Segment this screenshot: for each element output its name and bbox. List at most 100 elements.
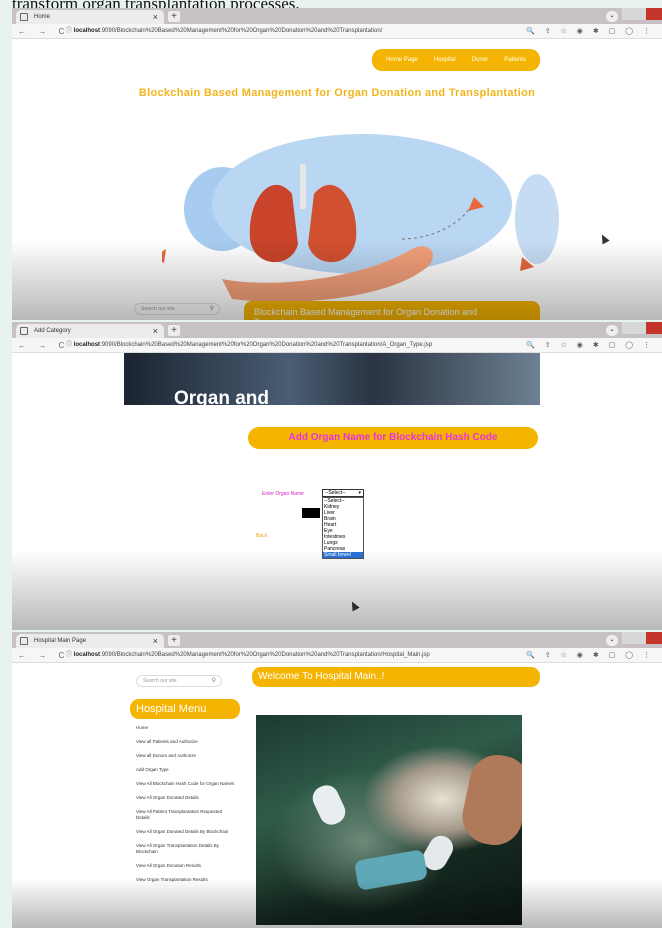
- hospital-menu: Home View all Patients and Authorize Vie…: [136, 725, 236, 891]
- search-input[interactable]: Search our site ⚲: [136, 675, 222, 687]
- url-host: localhost: [73, 342, 101, 348]
- tab-search-button[interactable]: ⌄: [606, 11, 618, 22]
- search-placeholder: Search our site: [143, 678, 177, 684]
- menu-item-transplant-results[interactable]: View Organ Transplantation Results: [136, 877, 236, 883]
- home-page: Home Page Hospital Donor Patients Blockc…: [12, 39, 662, 320]
- hospital-menu-title: Hospital Menu: [130, 699, 240, 719]
- organ-illustration: [162, 134, 559, 302]
- search-icon[interactable]: ⚲: [212, 676, 216, 687]
- organ-dropdown-list: --Select-- Kidney Liver Brain Heart Eye …: [322, 497, 364, 559]
- option-small-bowel[interactable]: Small bowel: [323, 552, 363, 558]
- mouse-cursor-icon: [598, 232, 610, 245]
- new-tab-button[interactable]: +: [168, 635, 180, 646]
- trachea-icon: [300, 164, 306, 209]
- new-tab-button[interactable]: +: [168, 11, 180, 22]
- surgeon-arm: [457, 749, 522, 851]
- surgical-drape: [353, 849, 429, 891]
- window-controls[interactable]: [622, 322, 662, 334]
- tab-close-icon[interactable]: ×: [153, 324, 158, 338]
- add-category-page: Organ and Add Organ Name for Blockchain …: [12, 353, 662, 630]
- welcome-banner: Welcome To Hospital Main..!: [252, 667, 540, 687]
- menu-item-view-patients[interactable]: View all Patients and Authorize: [136, 739, 236, 745]
- menu-item-transplant-requests[interactable]: View All Patient Transplantation Request…: [136, 809, 236, 821]
- url-text[interactable]: ⓘ localhost:9090/Blockchain%20Based%20Ma…: [66, 24, 382, 39]
- tab-close-icon[interactable]: ×: [153, 634, 158, 648]
- tab-search-button[interactable]: ⌄: [606, 635, 618, 646]
- search-icon[interactable]: ⚲: [210, 304, 214, 315]
- new-tab-button[interactable]: +: [168, 325, 180, 336]
- hero-image: Organ and: [124, 353, 540, 405]
- nav-home-page[interactable]: Home Page: [386, 57, 418, 63]
- address-bar[interactable]: ← → C ⓘ localhost:9090/Blockchain%20Base…: [12, 24, 662, 39]
- mouse-cursor-icon: [348, 599, 360, 612]
- hero-banner: Blockchain Based Management for Organ Do…: [244, 301, 540, 320]
- url-host: localhost: [73, 652, 101, 658]
- nav-patients[interactable]: Patients: [504, 57, 526, 63]
- navigation-icons[interactable]: ← → C: [18, 338, 69, 353]
- tab-strip: Add Category × + ⌄: [12, 322, 662, 338]
- menu-item-add-organ-type[interactable]: Add Organ Type: [136, 767, 236, 773]
- window-controls[interactable]: [622, 8, 662, 20]
- screenshot-hospital-main: Hospital Main Page × + ⌄ ← → C ⓘ localho…: [12, 632, 662, 928]
- info-icon: ⓘ: [66, 28, 73, 34]
- url-host: localhost: [73, 28, 101, 34]
- page-favicon-icon: [20, 637, 28, 645]
- toolbar-icons[interactable]: 🔍 ⇪ ☆ ◉ ✱ ▢ ◯ ⋮: [526, 338, 654, 353]
- window-controls[interactable]: [622, 632, 662, 644]
- hero-text: Organ and: [174, 388, 270, 405]
- nav-donor[interactable]: Donor: [472, 57, 488, 63]
- tab-strip: Home × + ⌄: [12, 8, 662, 24]
- url-path: :9090/Blockchain%20Based%20Management%20…: [100, 652, 430, 658]
- screenshot-add-category: Add Category × + ⌄ ← → C ⓘ localhost:909…: [12, 322, 662, 630]
- tab-title: Home: [34, 14, 51, 20]
- navigation-icons[interactable]: ← → C: [18, 24, 69, 39]
- search-placeholder: Search our site: [141, 306, 175, 312]
- menu-item-transplant-blockchain[interactable]: View All Organ Transplantation Details B…: [136, 843, 236, 855]
- menu-item-donated-blockchain[interactable]: View All Organ Donated Details By Blockc…: [136, 829, 236, 835]
- organ-name-label: Enter Organ Name: [262, 491, 304, 497]
- url-path: :9090/Blockchain%20Based%20Management%20…: [100, 28, 383, 34]
- url-path: :9090/Blockchain%20Based%20Management%20…: [100, 342, 433, 348]
- tab-strip: Hospital Main Page × + ⌄: [12, 632, 662, 648]
- page-title: Blockchain Based Management for Organ Do…: [138, 87, 536, 99]
- tab-close-icon[interactable]: ×: [153, 10, 158, 24]
- surgery-photo: [256, 715, 522, 925]
- organ-select-value: --Select--: [325, 490, 346, 496]
- arrow-icon-left: [162, 249, 166, 263]
- menu-item-donation-results[interactable]: View All Organ Donation Results: [136, 863, 236, 869]
- page-favicon-icon: [20, 13, 28, 21]
- menu-item-home[interactable]: Home: [136, 725, 236, 731]
- search-input[interactable]: Search our site ⚲: [134, 303, 220, 315]
- hospital-main-page: Search our site ⚲ Welcome To Hospital Ma…: [12, 663, 662, 928]
- toolbar-icons[interactable]: 🔍 ⇪ ☆ ◉ ✱ ▢ ◯ ⋮: [526, 24, 654, 39]
- glove-left: [308, 781, 350, 829]
- chevron-down-icon: ▾: [358, 490, 361, 496]
- tab-title: Add Category: [34, 328, 71, 334]
- back-link[interactable]: Back: [256, 533, 267, 539]
- nav-hospital[interactable]: Hospital: [434, 57, 456, 63]
- address-bar[interactable]: ← → C ⓘ localhost:9090/Blockchain%20Base…: [12, 338, 662, 353]
- toolbar-icons[interactable]: 🔍 ⇪ ☆ ◉ ✱ ▢ ◯ ⋮: [526, 648, 654, 663]
- address-bar[interactable]: ← → C ⓘ localhost:9090/Blockchain%20Base…: [12, 648, 662, 663]
- blob-shape-right: [515, 174, 559, 264]
- tab-search-button[interactable]: ⌄: [606, 325, 618, 336]
- menu-item-hash-codes[interactable]: View All Blockchain Hash Code for Organ …: [136, 781, 236, 787]
- top-nav: Home Page Hospital Donor Patients: [372, 49, 540, 71]
- browser-tab[interactable]: Add Category ×: [16, 324, 164, 338]
- browser-tab[interactable]: Home ×: [16, 10, 164, 24]
- menu-item-view-donors[interactable]: View all Donors and Authorize: [136, 753, 236, 759]
- submit-button[interactable]: [302, 508, 320, 518]
- url-text[interactable]: ⓘ localhost:9090/Blockchain%20Based%20Ma…: [66, 648, 430, 663]
- info-icon: ⓘ: [66, 342, 73, 348]
- menu-item-organ-donated[interactable]: View All Organ Donated Details: [136, 795, 236, 801]
- page-favicon-icon: [20, 327, 28, 335]
- form-banner: Add Organ Name for Blockchain Hash Code: [248, 427, 538, 449]
- browser-tab[interactable]: Hospital Main Page ×: [16, 634, 164, 648]
- screen-fade-overlay: [12, 550, 662, 630]
- organ-select[interactable]: --Select-- ▾: [322, 489, 364, 497]
- tab-title: Hospital Main Page: [34, 638, 87, 644]
- navigation-icons[interactable]: ← → C: [18, 648, 69, 663]
- info-icon: ⓘ: [66, 652, 73, 658]
- screenshot-home: Home × + ⌄ ← → C ⓘ localhost:9090/Blockc…: [12, 8, 662, 320]
- url-text[interactable]: ⓘ localhost:9090/Blockchain%20Based%20Ma…: [66, 338, 432, 353]
